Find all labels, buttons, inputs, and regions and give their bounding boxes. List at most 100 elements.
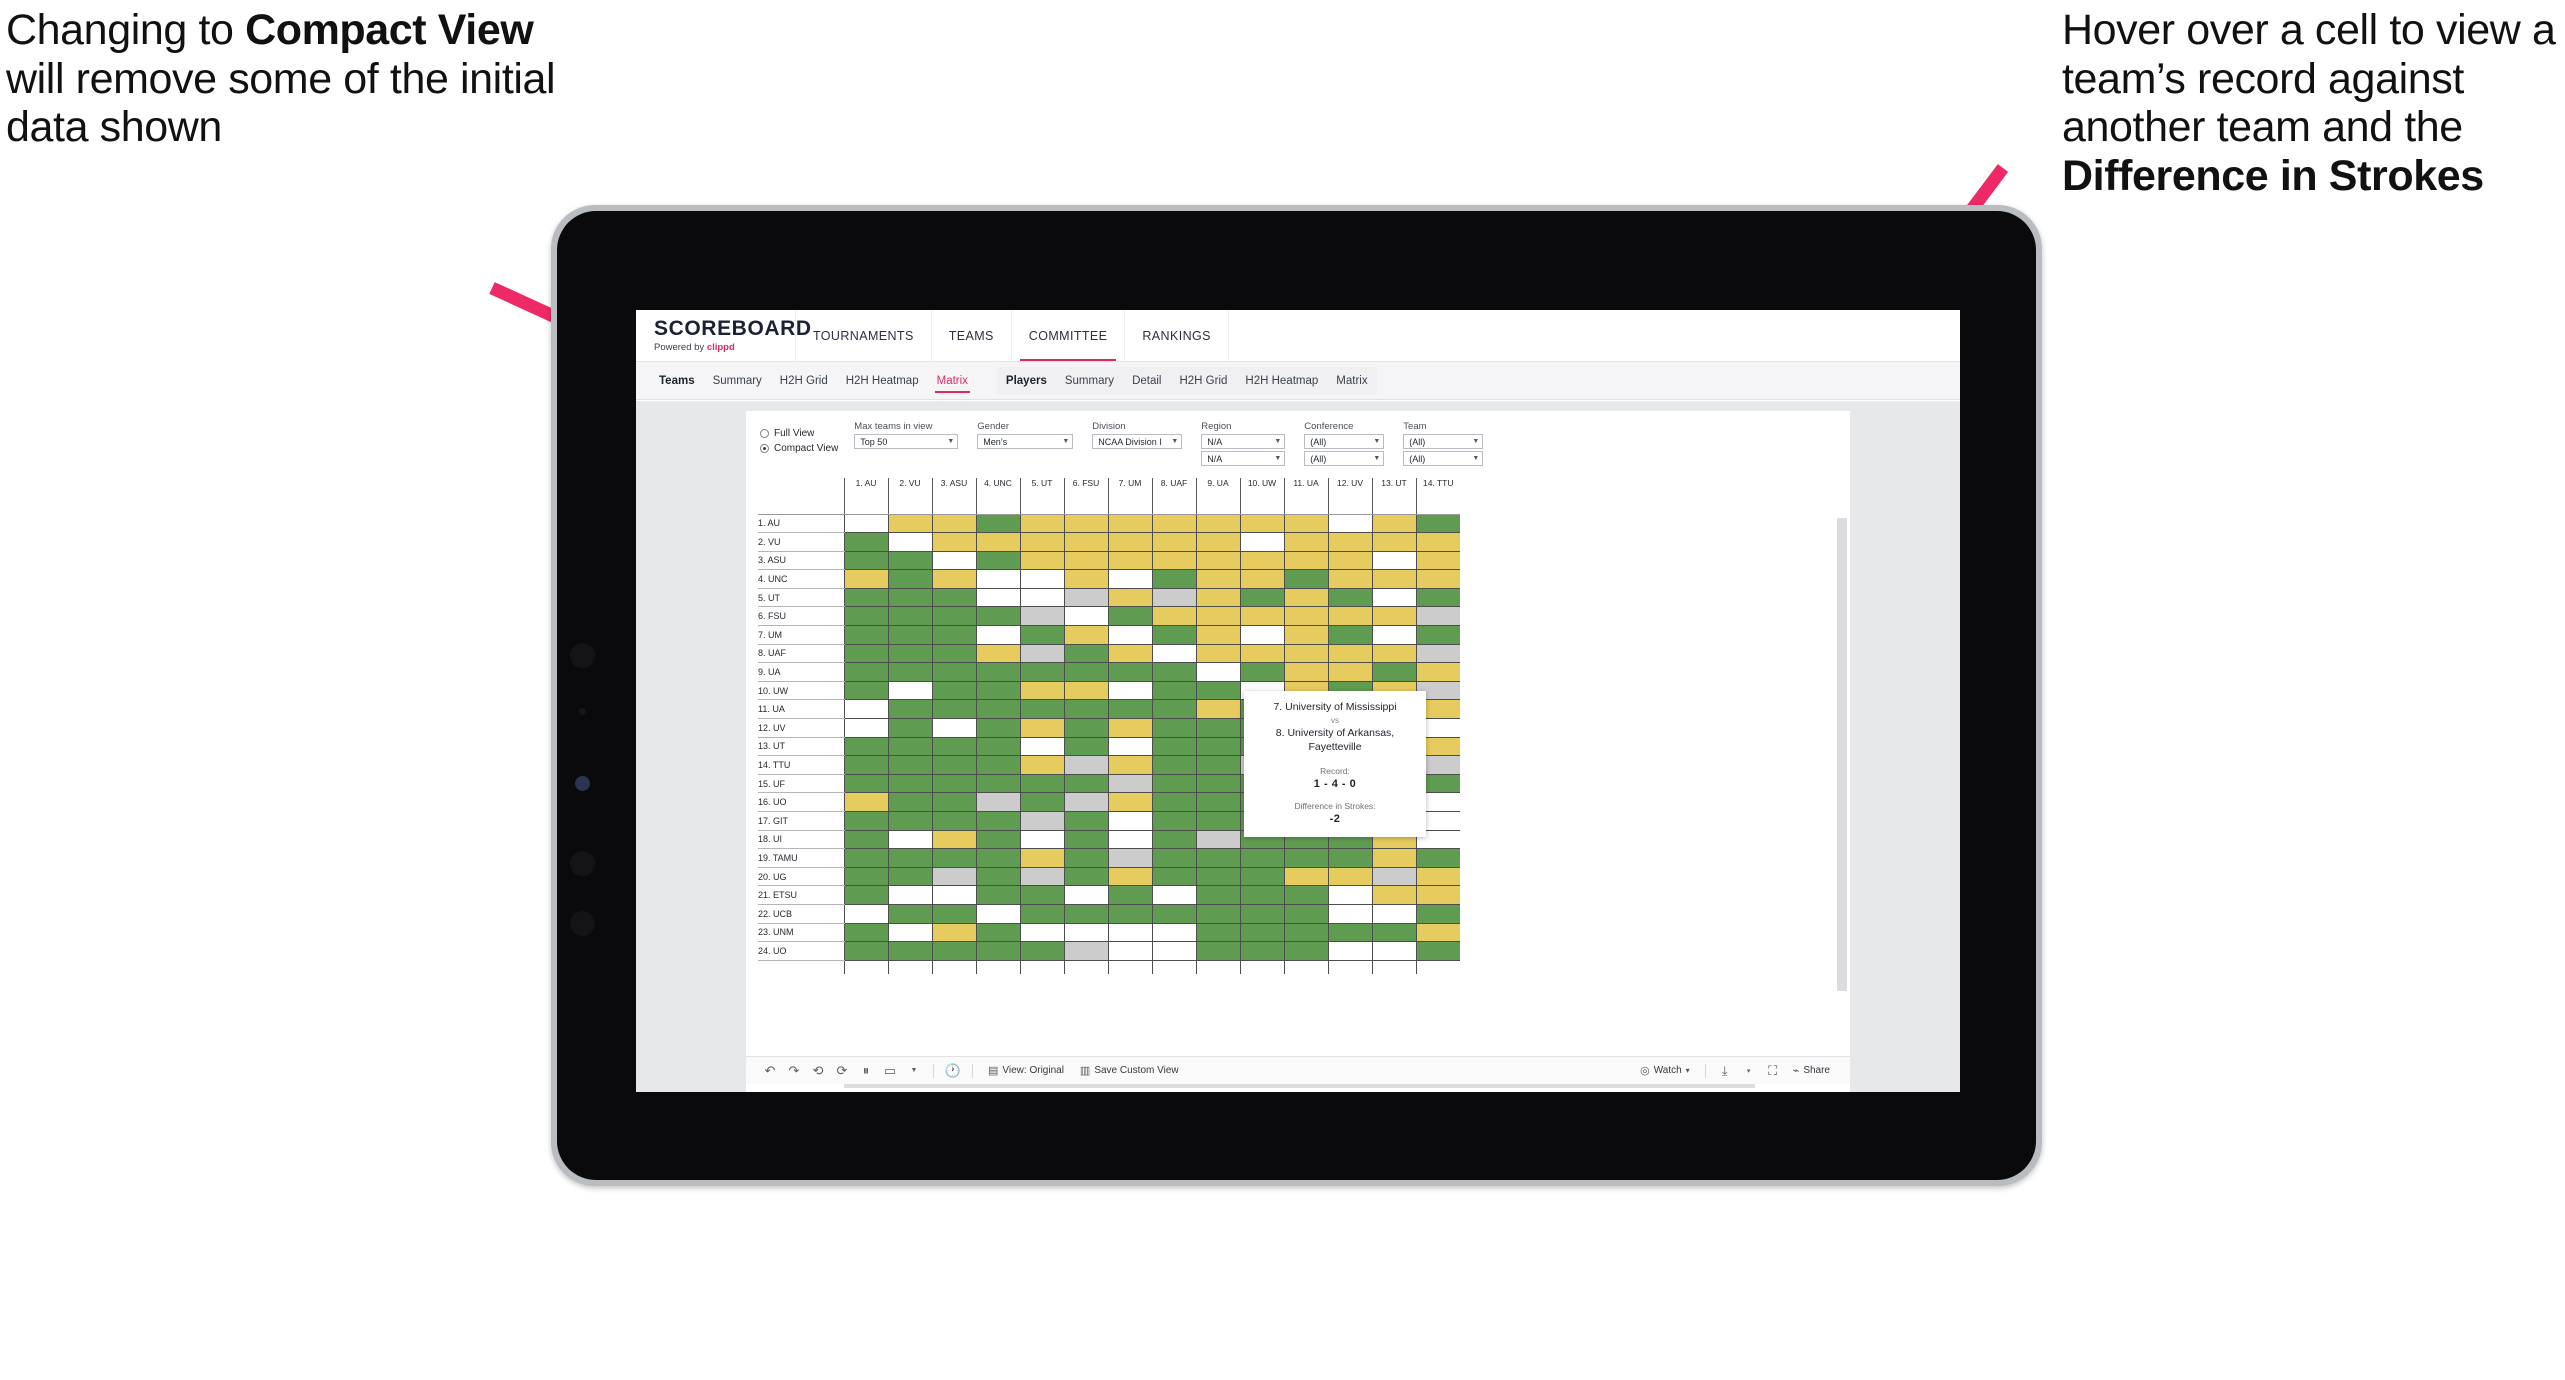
select-conference-2[interactable]: (All) ▼ — [1304, 451, 1385, 466]
matrix-cell[interactable] — [1195, 848, 1240, 868]
matrix-cell[interactable] — [931, 737, 976, 757]
matrix-cell[interactable] — [1239, 569, 1284, 589]
matrix-cell[interactable] — [887, 867, 932, 887]
matrix-column-header[interactable]: 13. UT — [1371, 478, 1416, 515]
matrix-cell[interactable] — [887, 774, 932, 794]
matrix-cell[interactable] — [1283, 532, 1328, 552]
save-custom-view-button[interactable]: ▥ Save Custom View — [1072, 1064, 1187, 1077]
matrix-cell[interactable] — [1239, 885, 1284, 905]
matrix-cell[interactable] — [1195, 774, 1240, 794]
matrix-cell[interactable] — [1327, 867, 1372, 887]
matrix-row-header[interactable]: 16. UO — [758, 792, 844, 812]
matrix-cell[interactable] — [1151, 923, 1196, 943]
matrix-cell[interactable] — [1151, 830, 1196, 850]
matrix-cell[interactable] — [1195, 830, 1240, 850]
matrix-cell[interactable] — [1107, 514, 1152, 534]
matrix-cell[interactable] — [1195, 904, 1240, 924]
matrix-cell[interactable] — [1019, 867, 1064, 887]
matrix-cell[interactable] — [1239, 551, 1284, 571]
matrix-cell[interactable] — [1415, 941, 1460, 961]
topnav-committee[interactable]: COMMITTEE — [1012, 310, 1126, 361]
matrix-cell[interactable] — [931, 662, 976, 682]
matrix-cell[interactable] — [1107, 699, 1152, 720]
matrix-cell[interactable] — [887, 532, 932, 552]
matrix-cell[interactable] — [843, 792, 888, 812]
matrix-cell[interactable] — [931, 941, 976, 961]
matrix-cell[interactable] — [975, 551, 1020, 571]
matrix-cell[interactable] — [887, 699, 932, 720]
matrix-cell[interactable] — [975, 588, 1020, 608]
refresh-icon[interactable]: ⟳ — [830, 1061, 854, 1081]
matrix-cell[interactable] — [1371, 569, 1416, 589]
matrix-cell[interactable] — [1107, 569, 1152, 589]
matrix-cell[interactable] — [1195, 514, 1240, 534]
subnav-players-h2h-heatmap[interactable]: H2H Heatmap — [1236, 375, 1327, 387]
matrix-cell[interactable] — [1151, 904, 1196, 924]
matrix-cell[interactable] — [1283, 588, 1328, 608]
matrix-cell[interactable] — [1283, 625, 1328, 645]
matrix-cell[interactable] — [1327, 514, 1372, 534]
matrix-row-header[interactable]: 21. ETSU — [758, 885, 844, 905]
matrix-cell[interactable] — [843, 904, 888, 924]
fullscreen-icon[interactable]: ⛶ — [1761, 1061, 1785, 1081]
brand-logo[interactable]: SCOREBOARD Powered by clippd — [636, 310, 811, 361]
matrix-cell[interactable] — [1239, 904, 1284, 924]
matrix-cell[interactable] — [887, 737, 932, 757]
matrix-cell[interactable] — [887, 904, 932, 924]
matrix-cell[interactable] — [1283, 941, 1328, 961]
matrix-cell[interactable] — [843, 774, 888, 794]
matrix-cell[interactable] — [1063, 885, 1108, 905]
matrix-cell[interactable] — [931, 923, 976, 943]
matrix-cell[interactable] — [1195, 588, 1240, 608]
matrix-cell[interactable] — [887, 718, 932, 738]
matrix-cell[interactable] — [1151, 755, 1196, 775]
matrix-column-header[interactable]: 11. UA — [1283, 478, 1328, 515]
matrix-cell[interactable] — [843, 588, 888, 608]
matrix-row-header[interactable]: 5. UT — [758, 588, 844, 608]
matrix-cell[interactable] — [1195, 662, 1240, 682]
matrix-cell[interactable] — [975, 774, 1020, 794]
matrix-cell[interactable] — [975, 811, 1020, 831]
matrix-cell[interactable] — [1107, 792, 1152, 812]
matrix-cell[interactable] — [1371, 923, 1416, 943]
matrix-cell[interactable] — [931, 625, 976, 645]
matrix-cell[interactable] — [1371, 588, 1416, 608]
matrix-cell[interactable] — [1019, 792, 1064, 812]
matrix-row-header[interactable]: 13. UT — [758, 737, 844, 757]
matrix-cell[interactable] — [887, 681, 932, 701]
select-region-1[interactable]: N/A ▼ — [1201, 434, 1286, 449]
matrix-cell[interactable] — [975, 681, 1020, 701]
matrix-cell[interactable] — [1415, 625, 1460, 645]
matrix-cell[interactable] — [1415, 569, 1460, 589]
matrix-cell[interactable] — [1239, 662, 1284, 682]
matrix-cell[interactable] — [1107, 774, 1152, 794]
matrix-cell[interactable] — [1019, 941, 1064, 961]
matrix-cell[interactable] — [975, 569, 1020, 589]
redo-icon[interactable]: ↷ — [782, 1061, 806, 1081]
matrix-cell[interactable] — [1063, 606, 1108, 627]
matrix-cell[interactable] — [931, 588, 976, 608]
download-icon[interactable]: ⤓ — [1713, 1061, 1737, 1081]
matrix-cell[interactable] — [1151, 551, 1196, 571]
matrix-cell[interactable] — [1063, 662, 1108, 682]
matrix-row-header[interactable]: 11. UA — [758, 699, 844, 720]
matrix-row-header[interactable]: 1. AU — [758, 514, 844, 534]
history-icon[interactable]: 🕐 — [941, 1061, 965, 1081]
matrix-column-header[interactable]: 3. ASU — [931, 478, 976, 515]
matrix-cell[interactable] — [1063, 625, 1108, 645]
matrix-cell[interactable] — [931, 532, 976, 552]
matrix-cell[interactable] — [931, 755, 976, 775]
matrix-cell[interactable] — [931, 606, 976, 627]
matrix-row-header[interactable]: 3. ASU — [758, 551, 844, 571]
matrix-cell[interactable] — [1151, 514, 1196, 534]
matrix-cell[interactable] — [1063, 681, 1108, 701]
radio-full-view[interactable]: Full View — [760, 428, 838, 439]
subnav-players-matrix[interactable]: Matrix — [1327, 375, 1376, 387]
matrix-cell[interactable] — [931, 848, 976, 868]
matrix-cell[interactable] — [887, 569, 932, 589]
matrix-cell[interactable] — [1239, 606, 1284, 627]
view-original-button[interactable]: ▤ View: Original — [980, 1064, 1072, 1077]
matrix-cell[interactable] — [1239, 588, 1284, 608]
pause-icon[interactable]: ⏸ — [854, 1061, 878, 1081]
matrix-cell[interactable] — [843, 662, 888, 682]
